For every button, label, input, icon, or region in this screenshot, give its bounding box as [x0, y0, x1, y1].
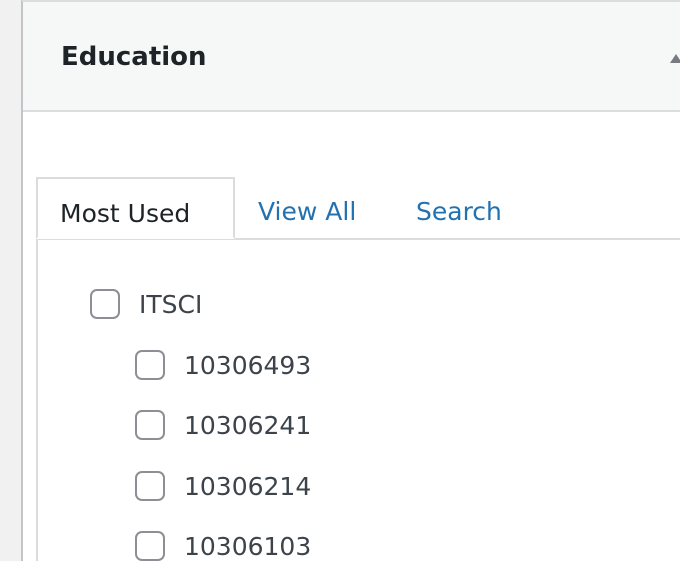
list-item[interactable]: ITSCI [90, 286, 202, 322]
category-tabs: Most Used View All Search [36, 177, 680, 239]
category-checkbox[interactable] [135, 531, 165, 561]
page-background [0, 0, 21, 561]
category-label: 10306493 [184, 350, 312, 380]
category-checkbox[interactable] [135, 410, 165, 440]
category-checklist: ITSCI 10306493 10306241 10306214 1030610… [36, 239, 680, 561]
collapse-arrow-icon[interactable] [670, 54, 680, 63]
category-label: 10306103 [184, 531, 312, 561]
tab-view-all[interactable]: View All [258, 177, 356, 239]
category-label: 10306214 [184, 471, 312, 501]
list-item[interactable]: 10306241 [135, 407, 311, 443]
list-item[interactable]: 10306103 [135, 528, 311, 561]
category-checkbox[interactable] [90, 289, 120, 319]
category-label: ITSCI [139, 289, 203, 319]
metabox-header[interactable]: Education [23, 2, 680, 112]
tab-search[interactable]: Search [416, 177, 502, 239]
category-checkbox[interactable] [135, 471, 165, 501]
list-item[interactable]: 10306214 [135, 468, 311, 504]
metabox-title: Education [61, 42, 207, 72]
tab-most-used[interactable]: Most Used [36, 177, 235, 239]
category-checkbox[interactable] [135, 350, 165, 380]
list-item[interactable]: 10306493 [135, 347, 311, 383]
screen: Education Most Used View All Search ITSC… [0, 0, 680, 561]
category-label: 10306241 [184, 410, 312, 440]
